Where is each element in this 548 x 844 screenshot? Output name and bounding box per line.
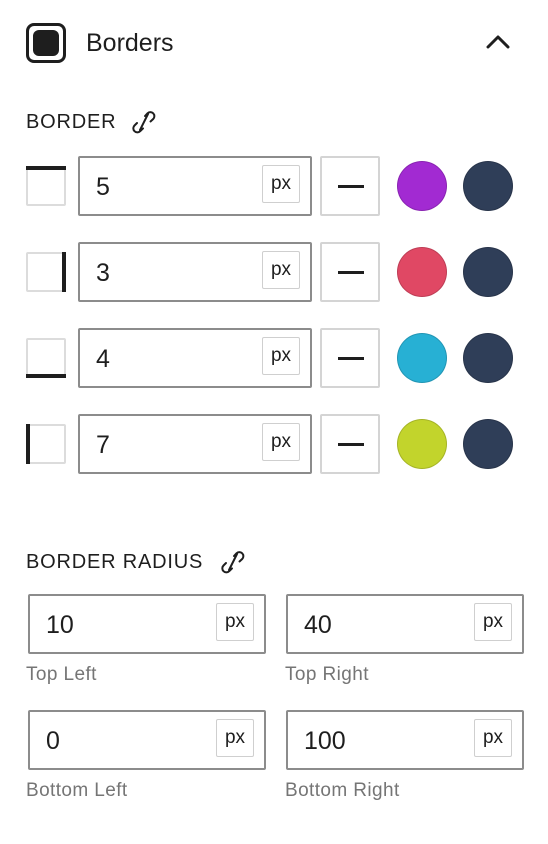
radius-top-right-value: 40 bbox=[304, 611, 332, 639]
radius-bottom-right-label: Bottom Right bbox=[285, 780, 400, 801]
border-left-unit-select[interactable]: px bbox=[262, 423, 300, 461]
borders-panel-header[interactable]: Borders bbox=[0, 0, 548, 86]
border-row-bottom: 4 px bbox=[0, 328, 548, 388]
collapse-button[interactable] bbox=[478, 24, 518, 60]
solid-line-icon bbox=[338, 443, 364, 446]
border-bottom-width-input[interactable]: 4 px bbox=[78, 328, 312, 388]
border-left-color-swatch[interactable] bbox=[397, 419, 447, 469]
border-bottom-color-swatch[interactable] bbox=[397, 333, 447, 383]
border-right-width-input[interactable]: 3 px bbox=[78, 242, 312, 302]
radius-top-left-label: Top Left bbox=[26, 664, 97, 685]
border-row-left: 7 px bbox=[0, 414, 548, 474]
border-left-width-value: 7 bbox=[96, 431, 110, 459]
border-right-side-icon[interactable] bbox=[26, 252, 66, 292]
border-left-style-button[interactable] bbox=[320, 414, 380, 474]
solid-line-icon bbox=[338, 357, 364, 360]
unlinked-icon[interactable] bbox=[220, 549, 246, 575]
panel-title: Borders bbox=[86, 29, 174, 57]
border-top-width-input[interactable]: 5 px bbox=[78, 156, 312, 216]
radius-top-right-label: Top Right bbox=[285, 664, 369, 685]
border-left-width-input[interactable]: 7 px bbox=[78, 414, 312, 474]
border-row-top: 5 px bbox=[0, 156, 548, 216]
radius-top-right-input[interactable]: 40 px bbox=[286, 594, 524, 654]
radius-top-left-unit-select[interactable]: px bbox=[216, 603, 254, 641]
border-radius-section-label: BORDER RADIUS bbox=[26, 551, 204, 573]
border-right-secondary-color-swatch[interactable] bbox=[463, 247, 513, 297]
border-top-side-icon[interactable] bbox=[26, 166, 66, 206]
border-top-secondary-color-swatch[interactable] bbox=[463, 161, 513, 211]
border-bottom-unit-select[interactable]: px bbox=[262, 337, 300, 375]
radius-top-right-unit-select[interactable]: px bbox=[474, 603, 512, 641]
border-style-icon bbox=[26, 23, 66, 63]
radius-bottom-left-value: 0 bbox=[46, 727, 60, 755]
border-top-width-value: 5 bbox=[96, 173, 110, 201]
radius-bottom-left-input[interactable]: 0 px bbox=[28, 710, 266, 770]
radius-bottom-right-unit-select[interactable]: px bbox=[474, 719, 512, 757]
border-bottom-secondary-color-swatch[interactable] bbox=[463, 333, 513, 383]
radius-bottom-right-input[interactable]: 100 px bbox=[286, 710, 524, 770]
border-top-style-button[interactable] bbox=[320, 156, 380, 216]
radius-bottom-left-unit-select[interactable]: px bbox=[216, 719, 254, 757]
border-row-right: 3 px bbox=[0, 242, 548, 302]
solid-line-icon bbox=[338, 185, 364, 188]
border-right-width-value: 3 bbox=[96, 259, 110, 287]
border-right-unit-select[interactable]: px bbox=[262, 251, 300, 289]
radius-top-left-value: 10 bbox=[46, 611, 74, 639]
unlinked-icon[interactable] bbox=[131, 109, 157, 135]
border-bottom-side-icon[interactable] bbox=[26, 338, 66, 378]
border-left-secondary-color-swatch[interactable] bbox=[463, 419, 513, 469]
border-right-style-button[interactable] bbox=[320, 242, 380, 302]
border-bottom-width-value: 4 bbox=[96, 345, 110, 373]
radius-top-left-input[interactable]: 10 px bbox=[28, 594, 266, 654]
radius-bottom-right-value: 100 bbox=[304, 727, 346, 755]
chevron-up-icon bbox=[486, 35, 510, 49]
border-top-unit-select[interactable]: px bbox=[262, 165, 300, 203]
border-top-color-swatch[interactable] bbox=[397, 161, 447, 211]
solid-line-icon bbox=[338, 271, 364, 274]
radius-bottom-left-label: Bottom Left bbox=[26, 780, 128, 801]
border-right-color-swatch[interactable] bbox=[397, 247, 447, 297]
border-left-side-icon[interactable] bbox=[26, 424, 66, 464]
border-bottom-style-button[interactable] bbox=[320, 328, 380, 388]
border-section-label: BORDER bbox=[26, 111, 117, 133]
